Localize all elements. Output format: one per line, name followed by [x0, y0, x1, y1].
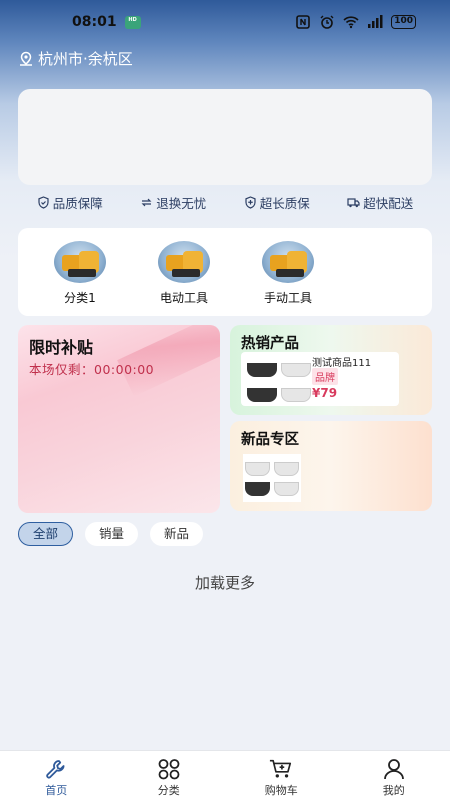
battery-indicator: 100: [391, 15, 416, 29]
guarantee-label: 品质保障: [52, 195, 103, 211]
new-products-card[interactable]: 新品专区: [230, 421, 432, 511]
category-image: [262, 241, 314, 283]
guarantee-label: 超快配送: [363, 195, 414, 211]
guarantee-warranty: 超长质保: [244, 193, 310, 212]
signal-icon: [368, 15, 383, 28]
tab-cart[interactable]: 购物车: [225, 751, 338, 800]
category-label: 分类1: [64, 291, 96, 305]
category-label: 手动工具: [263, 291, 312, 305]
nfc-icon: [296, 15, 311, 29]
category-image: [158, 241, 210, 283]
category-label: 电动工具: [159, 291, 208, 305]
tab-label: 分类: [157, 784, 180, 797]
filter-tabs: 全部 销量 新品: [18, 522, 204, 546]
product-tag: 品牌: [312, 368, 338, 385]
hot-products-title: 热销产品: [241, 336, 299, 352]
guarantee-label: 超长质保: [259, 195, 310, 211]
hd-badge: HD: [124, 15, 141, 29]
alarm-icon: [320, 15, 334, 29]
category-item-power-tools[interactable]: 电动工具: [132, 228, 236, 316]
bottom-tabbar: 首页 分类 购物车 我的: [0, 750, 450, 800]
shield-plus-icon: [245, 195, 256, 209]
tab-category[interactable]: 分类: [113, 751, 226, 800]
user-icon: [383, 759, 404, 780]
guarantee-delivery: 超快配送: [347, 193, 413, 212]
location-label: 杭州市·余杭区: [38, 50, 133, 68]
status-time: 08:01: [72, 14, 117, 30]
status-icons: 100: [295, 15, 416, 29]
category-grid: 分类1 电动工具 手动工具: [18, 228, 432, 316]
guarantee-label: 退换无忧: [156, 195, 207, 211]
exchange-icon: [141, 198, 152, 206]
product-preview[interactable]: 测试商品111 品牌 ¥79: [241, 352, 399, 406]
truck-icon: [347, 197, 360, 207]
status-bar: 08:01 HD 100: [0, 0, 450, 44]
new-products-title: 新品专区: [241, 432, 299, 448]
product-image: [243, 454, 301, 502]
tab-profile[interactable]: 我的: [338, 751, 450, 800]
shield-check-icon: [38, 195, 49, 209]
load-more[interactable]: 加载更多: [0, 572, 450, 593]
category-item-1[interactable]: 分类1: [28, 228, 132, 316]
tab-label: 我的: [382, 784, 405, 797]
grid-icon: [158, 759, 180, 780]
wifi-icon: [343, 16, 359, 29]
tab-label: 首页: [45, 784, 68, 797]
product-image: [247, 363, 311, 409]
flash-sale-title: 限时补贴: [29, 338, 94, 357]
guarantee-quality: 品质保障: [37, 193, 103, 212]
filter-sales[interactable]: 销量: [85, 522, 139, 546]
tab-home[interactable]: 首页: [0, 751, 113, 800]
flash-sale-timer: 本场仅剩：00:00:00: [29, 362, 155, 377]
banner-carousel[interactable]: [18, 89, 432, 185]
service-guarantees: 品质保障 退换无忧 超长质保 超快配送: [18, 191, 432, 213]
location-selector[interactable]: 杭州市·余杭区: [18, 48, 133, 69]
hot-products-card[interactable]: 热销产品 测试商品111 品牌 ¥79: [230, 325, 432, 415]
product-name: 测试商品111: [312, 358, 372, 369]
tab-label: 购物车: [264, 784, 298, 797]
wrench-icon: [46, 760, 65, 779]
location-pin-icon: [20, 51, 32, 66]
filter-new[interactable]: 新品: [150, 522, 204, 546]
category-image: [54, 241, 106, 283]
cart-icon: [270, 759, 292, 778]
guarantee-return: 退换无忧: [140, 193, 206, 212]
filter-all[interactable]: 全部: [18, 522, 74, 546]
product-price: ¥79: [312, 386, 338, 400]
flash-sale-card[interactable]: 限时补贴 本场仅剩：00:00:00: [18, 325, 220, 513]
category-item-hand-tools[interactable]: 手动工具: [236, 228, 340, 316]
